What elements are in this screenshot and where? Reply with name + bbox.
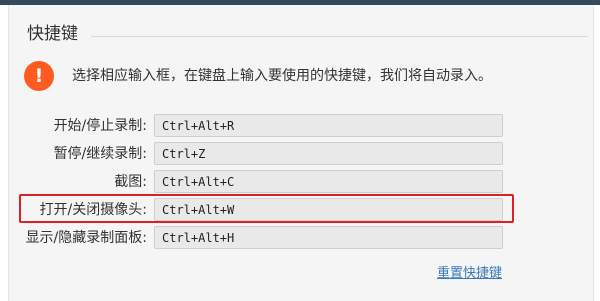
toggle-recording-panel-hotkey-input[interactable] — [154, 226, 503, 249]
toggle-camera-hotkey-input[interactable] — [154, 198, 503, 221]
screenshot-hotkey-input[interactable] — [154, 170, 503, 193]
pause-resume-recording-hotkey-input[interactable] — [154, 142, 503, 165]
reset-shortcuts-link[interactable]: 重置快捷键 — [437, 266, 502, 282]
label-pause-resume-recording: 暂停/继续录制: — [53, 146, 147, 162]
label-screenshot: 截图: — [114, 174, 147, 190]
start-stop-recording-hotkey-input[interactable] — [154, 114, 503, 137]
instruction-text: 选择相应输入框，在键盘上输入要使用的快捷键，我们将自动录入。 — [72, 68, 492, 84]
label-toggle-camera: 打开/关闭摄像头: — [39, 202, 147, 218]
label-start-stop-recording: 开始/停止录制: — [53, 118, 147, 134]
exclamation-icon: ! — [24, 61, 54, 91]
label-toggle-recording-panel: 显示/隐藏录制面板: — [25, 230, 147, 246]
section-divider — [91, 36, 588, 37]
section-title: 快捷键 — [27, 24, 78, 44]
